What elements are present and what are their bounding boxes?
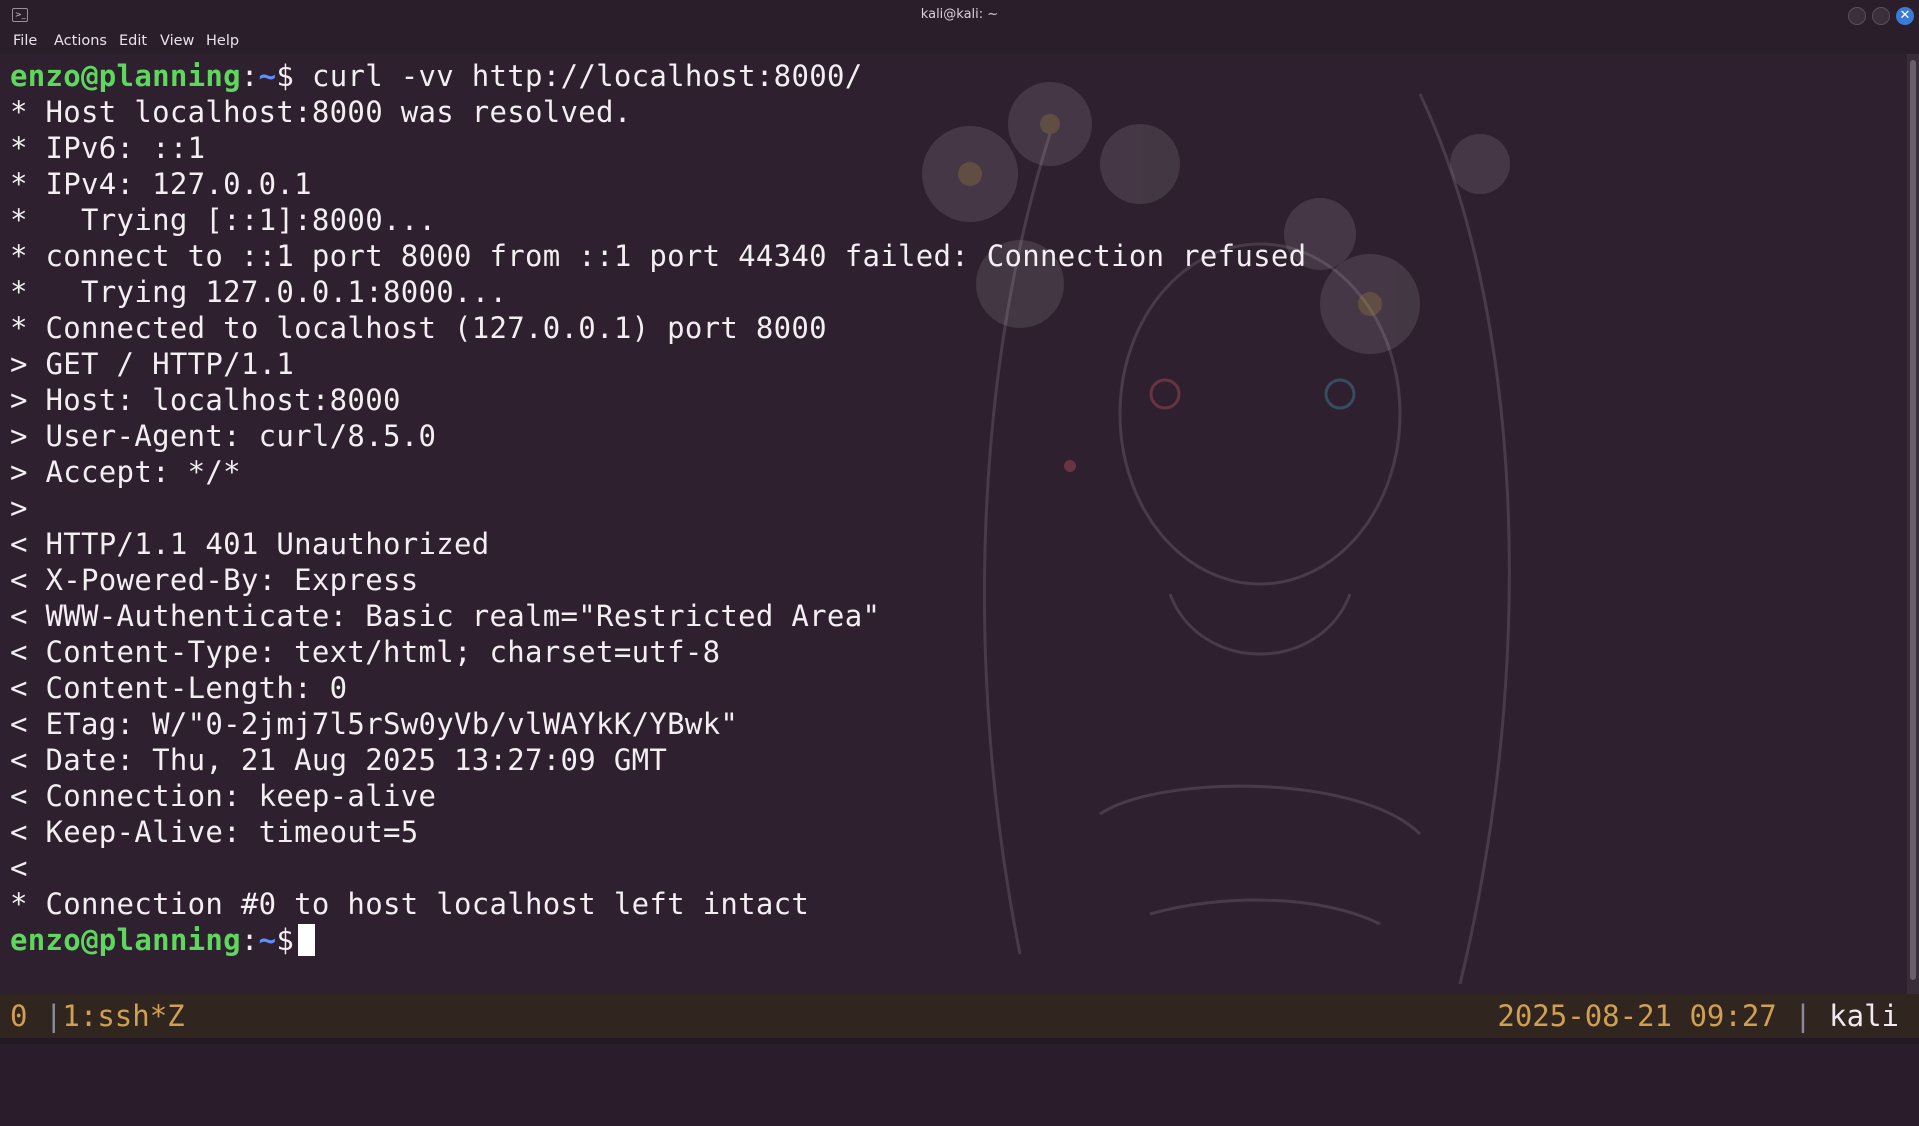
output-line: * Trying [::1]:8000... (10, 203, 437, 237)
scrollbar-thumb[interactable] (1910, 60, 1916, 980)
output-line: < HTTP/1.1 401 Unauthorized (10, 527, 490, 561)
minimize-button[interactable] (1848, 7, 1866, 25)
output-line: * Connected to localhost (127.0.0.1) por… (10, 311, 827, 345)
prompt-colon: : (240, 923, 259, 957)
command-text: curl -vv http://localhost:8000/ (311, 59, 863, 93)
output-line: > User-Agent: curl/8.5.0 (10, 419, 437, 453)
text-cursor (298, 924, 316, 956)
output-line: * Host localhost:8000 was resolved. (10, 95, 632, 129)
menu-bar: File Actions Edit View Help (0, 30, 1919, 54)
menu-file[interactable]: File (13, 33, 37, 49)
title-bar: >_ kali@kali: ~ ✕ (0, 0, 1919, 30)
terminal-area[interactable]: enzo@planning:~$ curl -vv http://localho… (0, 54, 1907, 994)
output-line: * Connection #0 to host localhost left i… (10, 887, 810, 921)
terminal-output: enzo@planning:~$ curl -vv http://localho… (10, 58, 1306, 958)
maximize-button[interactable] (1872, 7, 1890, 25)
output-line: * connect to ::1 port 8000 from ::1 port… (10, 239, 1307, 273)
status-separator: | (44, 999, 63, 1033)
output-line: > GET / HTTP/1.1 (10, 347, 295, 381)
output-line: < WWW-Authenticate: Basic realm="Restric… (10, 599, 881, 633)
output-line: < Keep-Alive: timeout=5 (10, 815, 419, 849)
prompt-colon: : (240, 59, 259, 93)
output-line: > Host: localhost:8000 (10, 383, 401, 417)
menu-view[interactable]: View (160, 33, 194, 49)
tmux-status-bar: 0 |1:ssh*Z 2025-08-21 09:27 | kali (0, 994, 1919, 1038)
prompt-symbol: $ (276, 923, 295, 957)
prompt-symbol: $ (276, 59, 295, 93)
prompt-path: ~ (258, 59, 277, 93)
output-line: * IPv6: ::1 (10, 131, 206, 165)
status-left: 0 |1:ssh*Z (10, 994, 185, 1038)
prompt-path: ~ (258, 923, 277, 957)
window-tab[interactable]: 1:ssh*Z (62, 999, 184, 1033)
output-line: * IPv4: 127.0.0.1 (10, 167, 312, 201)
status-hostname: kali (1829, 999, 1899, 1033)
window-bottom-edge (0, 1038, 1919, 1044)
output-line: > (10, 491, 28, 525)
output-line: < Content-Length: 0 (10, 671, 348, 705)
active-prompt-line[interactable]: enzo@planning:~$ (10, 922, 1306, 958)
menu-help[interactable]: Help (206, 33, 239, 49)
prompt-user-host: enzo@planning (10, 59, 241, 93)
menu-actions[interactable]: Actions (54, 33, 107, 49)
status-right: 2025-08-21 09:27 | kali (1497, 994, 1899, 1038)
output-line: > Accept: */* (10, 455, 241, 489)
status-datetime: 2025-08-21 09:27 (1497, 999, 1777, 1033)
command-line: enzo@planning:~$ curl -vv http://localho… (10, 58, 1306, 94)
output-line: < X-Powered-By: Express (10, 563, 419, 597)
session-index: 0 (10, 999, 28, 1033)
output-line: < Connection: keep-alive (10, 779, 437, 813)
close-button[interactable]: ✕ (1896, 7, 1914, 25)
prompt-user-host: enzo@planning (10, 923, 241, 957)
menu-edit[interactable]: Edit (119, 33, 147, 49)
scrollbar[interactable] (1907, 54, 1919, 994)
output-line: < ETag: W/"0-2jmj7l5rSw0yVb/vlWAYkK/YBwk… (10, 707, 739, 741)
output-line: < Date: Thu, 21 Aug 2025 13:27:09 GMT (10, 743, 668, 777)
output-line: * Trying 127.0.0.1:8000... (10, 275, 508, 309)
status-separator-right: | (1794, 999, 1812, 1033)
window-title: kali@kali: ~ (920, 7, 999, 22)
output-line: < Content-Type: text/html; charset=utf-8 (10, 635, 721, 669)
output-line: < (10, 851, 28, 885)
